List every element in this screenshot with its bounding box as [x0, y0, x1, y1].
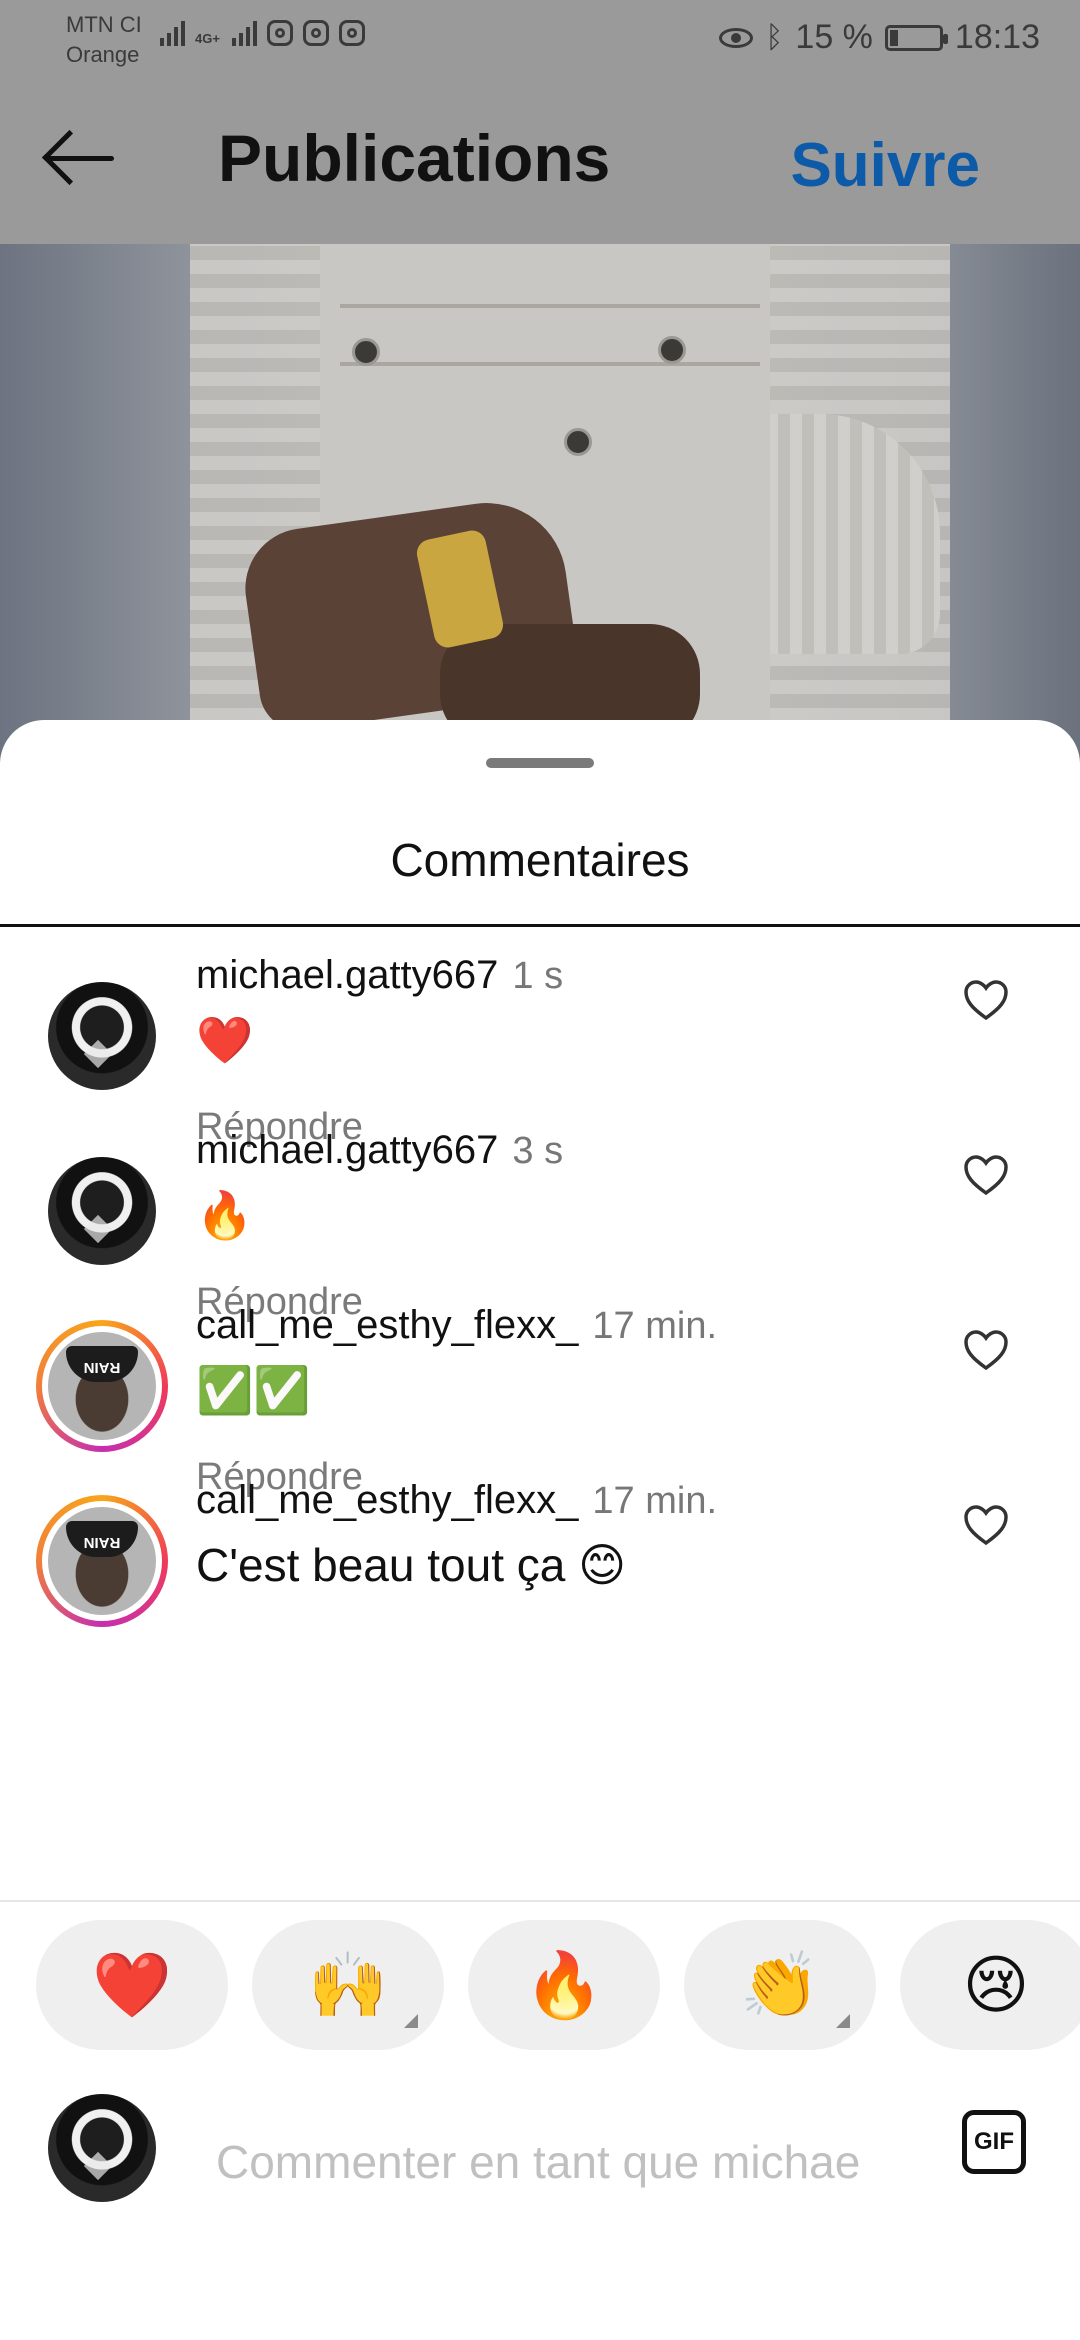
avatar-story-ring[interactable]: RAIN — [36, 1320, 168, 1452]
raising-hands-icon: 🙌 — [308, 1949, 388, 2021]
page-title: Publications — [218, 121, 611, 195]
heart-outline-icon — [964, 1505, 1008, 1546]
comment-header: michael.gatty667 3 s — [196, 1125, 563, 1176]
like-comment-button[interactable] — [962, 1503, 1022, 1559]
avatar-cap-text: RAIN — [66, 1346, 138, 1382]
signal-4g-icon — [231, 20, 257, 46]
comment-text: ✅✅ — [196, 1364, 311, 1416]
avatar[interactable] — [48, 982, 156, 1090]
avatar: RAIN — [48, 1332, 156, 1440]
comment-header: call_me_esthy_flexx_ 17 min. — [196, 1300, 717, 1351]
comment-time: 17 min. — [592, 1480, 718, 1522]
avatar-story-ring[interactable]: RAIN — [36, 1495, 168, 1627]
comment-item: RAIN call_me_esthy_flexx_ 17 min. C'est b… — [0, 1455, 1080, 1627]
comment-text: 🔥 — [196, 1189, 254, 1241]
like-comment-button[interactable] — [962, 1328, 1022, 1384]
avatar-cap-text: RAIN — [66, 1521, 138, 1557]
post-image — [0, 244, 1080, 764]
comment-time: 1 s — [512, 955, 564, 997]
clock: 18:13 — [954, 18, 1040, 56]
battery-percent: 15 % — [795, 18, 873, 56]
avatar: RAIN — [48, 1507, 156, 1615]
like-comment-button[interactable] — [962, 1153, 1022, 1209]
carrier-name-1: MTN CI — [66, 12, 142, 37]
avatar — [48, 2094, 156, 2202]
comment-time: 17 min. — [592, 1305, 718, 1347]
quick-reactions-bar: ❤️ 🙌 🔥 👏 😢 — [0, 1900, 1080, 2070]
comment-username[interactable]: call_me_esthy_flexx_ — [196, 1478, 578, 1522]
bluetooth-icon: ᛒ — [765, 20, 784, 54]
app-header: Publications Suivre — [0, 76, 1080, 244]
comments-title: Commentaires — [390, 834, 690, 886]
crying-face-icon: 😢 — [962, 1949, 1030, 2021]
skin-tone-indicator-icon — [836, 2014, 850, 2028]
signal-icon — [160, 20, 185, 46]
instagram-icon — [266, 20, 293, 46]
huawei-app-icon — [302, 20, 329, 46]
comment-text: C'est beau tout ça 😊 — [196, 1539, 627, 1591]
reaction-clapping-hands[interactable]: 👏 — [684, 1920, 876, 2050]
status-bar: MTN CI Orange 4G+ ᛒ 15 % 18:13 — [0, 0, 1080, 76]
sheet-drag-handle[interactable] — [486, 758, 594, 768]
comment-input[interactable] — [216, 2112, 916, 2212]
like-comment-button[interactable] — [962, 978, 1022, 1034]
battery-charging-icon — [884, 24, 948, 51]
avatar[interactable] — [48, 1157, 156, 1265]
comment-username[interactable]: michael.gatty667 — [196, 1128, 498, 1172]
fire-icon: 🔥 — [524, 1949, 604, 2021]
reaction-fire[interactable]: 🔥 — [468, 1920, 660, 2050]
comment-username[interactable]: michael.gatty667 — [196, 953, 498, 997]
comment-text: ❤️ — [196, 1014, 254, 1066]
status-icons-right: ᛒ 15 % 18:13 — [719, 18, 1040, 57]
skin-tone-indicator-icon — [404, 2014, 418, 2028]
reaction-crying-face[interactable]: 😢 — [900, 1920, 1080, 2050]
heart-outline-icon — [964, 1155, 1008, 1196]
follow-button[interactable]: Suivre — [790, 126, 980, 206]
comment-composer: GIF — [0, 2068, 1080, 2340]
red-heart-icon: ❤️ — [92, 1949, 172, 2021]
comment-username[interactable]: call_me_esthy_flexx_ — [196, 1303, 578, 1347]
comment-header: michael.gatty667 1 s — [196, 950, 563, 1001]
status-icons-left: 4G+ — [160, 20, 365, 46]
instagram-icon — [338, 20, 365, 46]
reaction-raising-hands[interactable]: 🙌 — [252, 1920, 444, 2050]
comment-header: call_me_esthy_flexx_ 17 min. — [196, 1475, 717, 1526]
eye-icon — [719, 27, 754, 48]
carrier-name-2: Orange — [66, 42, 140, 67]
heart-outline-icon — [964, 1330, 1008, 1371]
carrier-info: MTN CI Orange — [66, 10, 142, 70]
back-button[interactable] — [40, 124, 126, 194]
clapping-hands-icon: 👏 — [740, 1949, 820, 2021]
network-type: 4G+ — [195, 31, 220, 46]
gif-button[interactable]: GIF — [962, 2110, 1026, 2174]
reaction-red-heart[interactable]: ❤️ — [36, 1920, 228, 2050]
heart-outline-icon — [964, 980, 1008, 1021]
comment-time: 3 s — [512, 1130, 564, 1172]
divider — [0, 924, 1080, 927]
